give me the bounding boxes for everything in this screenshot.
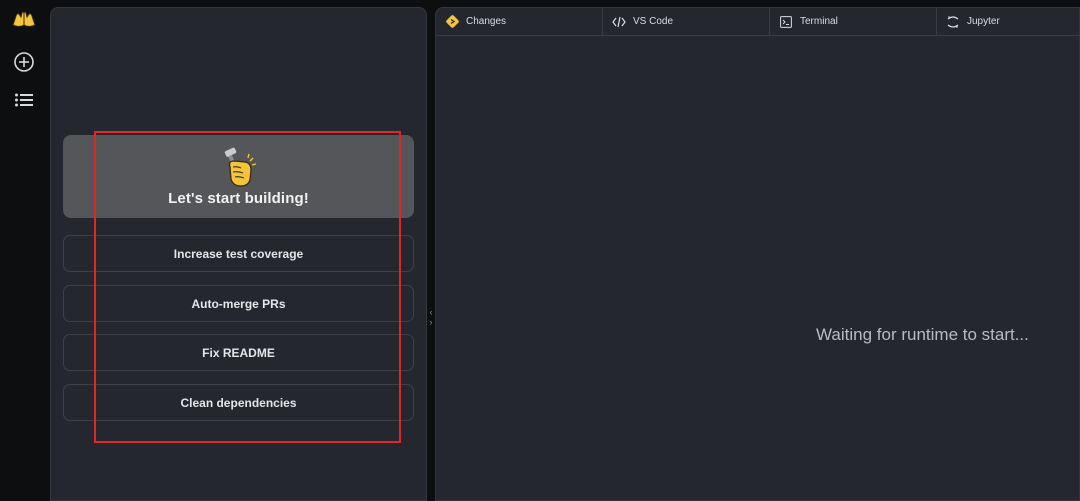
suggestion-auto-merge-prs[interactable]: Auto-merge PRs [63,285,414,322]
workspace-panel: Changes VS Code Terminal Jupyter Waiting… [435,7,1080,501]
suggestion-fix-readme[interactable]: Fix README [63,334,414,371]
chevron-right-icon: › [429,317,433,327]
git-diff-icon [445,15,459,29]
tab-label: Changes [466,16,507,27]
runtime-status-text: Waiting for runtime to start... [816,325,1029,344]
suggestion-increase-test-coverage[interactable]: Increase test coverage [63,235,414,272]
welcome-title: Let's start building! [168,190,309,207]
workspace-tabbar: Changes VS Code Terminal Jupyter [436,8,1080,36]
panel-collapse-handle[interactable]: ‹ › [427,302,435,332]
tab-label: Terminal [800,16,838,27]
list-icon[interactable] [8,86,40,114]
tab-changes[interactable]: Changes [436,8,603,35]
jupyter-icon [946,15,960,29]
tab-terminal[interactable]: Terminal [770,8,937,35]
terminal-icon [779,15,793,29]
app-window: Let's start building! Increase test cove… [0,0,1080,501]
welcome-card: Let's start building! [63,135,414,218]
tab-vs-code[interactable]: VS Code [603,8,770,35]
new-session-plus-circle-icon[interactable] [8,48,40,76]
raised-fist-hammer-icon [221,147,259,189]
tab-label: VS Code [633,16,674,27]
tab-jupyter[interactable]: Jupyter [937,8,1080,35]
left-rail [0,0,48,501]
chevron-left-icon: ‹ [429,307,433,317]
chat-panel: Let's start building! Increase test cove… [50,7,427,501]
praying-hands-logo-icon[interactable] [8,6,40,34]
code-icon [612,15,626,29]
suggestion-clean-dependencies[interactable]: Clean dependencies [63,384,414,421]
tab-label: Jupyter [967,16,1000,27]
